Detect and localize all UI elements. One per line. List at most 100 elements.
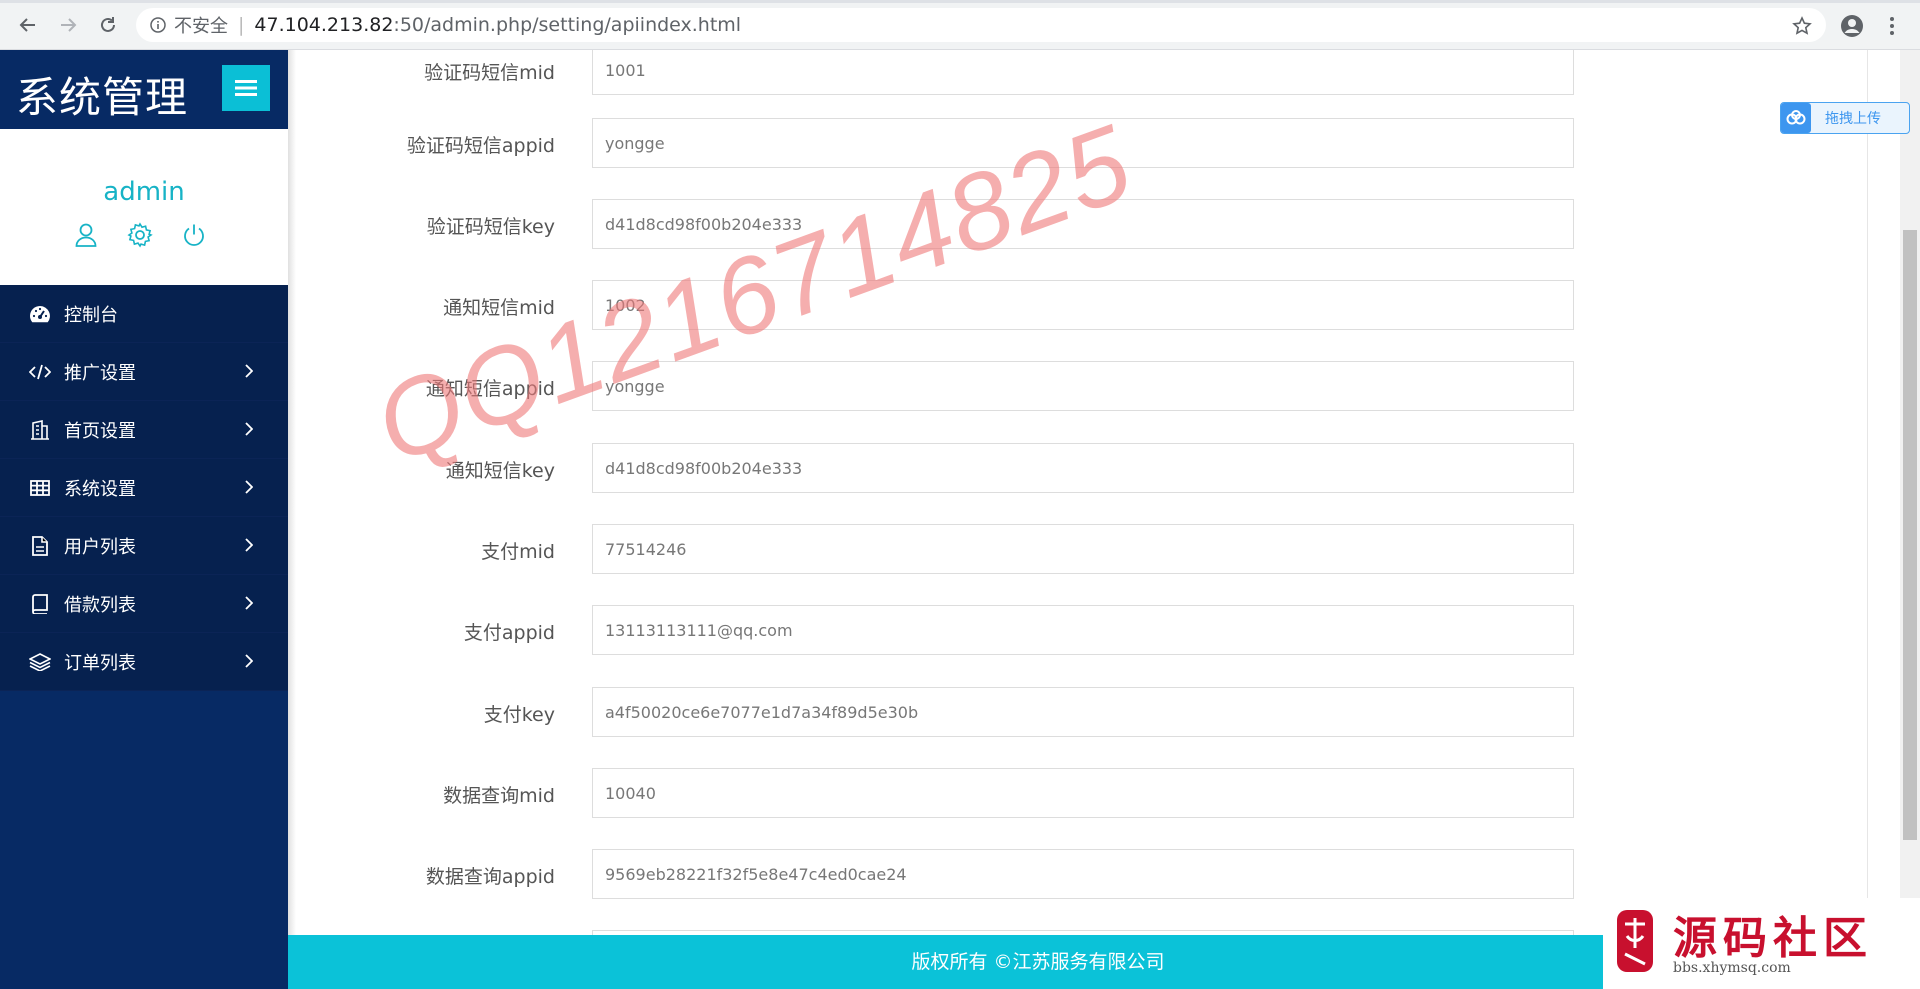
power-icon [184, 224, 204, 246]
sidebar-item-label: 系统设置 [64, 478, 136, 500]
scrollbar-thumb[interactable] [1903, 230, 1917, 840]
data-query-appid-input[interactable] [592, 849, 1574, 899]
chevron-right-icon [242, 479, 256, 495]
bookmark-button[interactable] [1788, 12, 1816, 40]
field-label: 支付mid [481, 541, 555, 563]
logo-title: 源码社区 [1673, 913, 1873, 964]
main-content: 验证码短信mid 验证码短信appid 验证码短信key 通知短信mid 通知短… [288, 50, 1900, 989]
chevron-right-icon [242, 537, 256, 553]
insecure-label: 不安全 [174, 16, 228, 37]
notify-sms-appid-input[interactable] [592, 361, 1574, 411]
seal-icon [1617, 910, 1653, 972]
field-label: 验证码短信mid [424, 62, 555, 84]
address-bar[interactable]: 不安全 | 47.104.213.82:50/admin.php/setting… [136, 8, 1826, 42]
chevron-right-icon [242, 421, 256, 437]
sidebar-item-label: 首页设置 [64, 420, 136, 442]
field-label: 数据查询mid [443, 785, 555, 807]
form-row: 通知短信mid [288, 280, 1588, 330]
sidebar-shadow [288, 50, 296, 989]
field-label: 通知短信key [445, 460, 555, 482]
account-circle-icon [1841, 15, 1863, 37]
verify-sms-mid-input[interactable] [592, 50, 1574, 95]
sidebar-item-label: 推广设置 [64, 362, 136, 384]
browser-toolbar: 不安全 | 47.104.213.82:50/admin.php/setting… [0, 0, 1920, 50]
sidebar-nav: 控制台 推广设置 首页设置 系统设置 用户列表 借款列表 订单列表 [0, 285, 288, 691]
data-query-mid-input[interactable] [592, 768, 1574, 818]
sidebar-item-users[interactable]: 用户列表 [0, 517, 288, 575]
book-icon [28, 592, 52, 616]
content-divider [1867, 50, 1868, 930]
dashboard-icon [28, 302, 52, 326]
sidebar-item-promotion[interactable]: 推广设置 [0, 343, 288, 401]
payment-mid-input[interactable] [592, 524, 1574, 574]
url-path: :50/admin.php/setting/apiindex.html [393, 14, 742, 36]
layers-icon [28, 650, 52, 674]
reload-button[interactable] [94, 11, 122, 39]
profile-name: admin [103, 177, 185, 207]
profile-button[interactable] [1838, 12, 1866, 40]
profile-panel: admin [0, 129, 288, 285]
grid-icon [28, 476, 52, 500]
arrow-left-icon [19, 18, 35, 32]
sidebar-item-dashboard[interactable]: 控制台 [0, 285, 288, 343]
verify-sms-key-input[interactable] [592, 199, 1574, 249]
form-row: 通知短信key [288, 443, 1588, 493]
field-label: 支付appid [463, 622, 555, 644]
browser-menu-button[interactable] [1878, 12, 1906, 40]
verify-sms-appid-input[interactable] [592, 118, 1574, 168]
form-row: 验证码短信mid [288, 50, 1588, 95]
brand-title: 系统管理 [16, 73, 189, 122]
reload-icon [101, 17, 115, 32]
sidebar: 系统管理 admin 控制台 推广设置 首页设置 系统设置 用户列表 借款列表 … [0, 50, 288, 989]
sidebar-item-loans[interactable]: 借款列表 [0, 575, 288, 633]
sidebar-item-homepage[interactable]: 首页设置 [0, 401, 288, 459]
chevron-right-icon [242, 595, 256, 611]
code-icon [28, 360, 52, 384]
url-separator: | [238, 14, 245, 36]
field-label: 通知短信mid [443, 297, 555, 319]
sidebar-item-label: 控制台 [64, 304, 118, 326]
payment-appid-input[interactable] [592, 605, 1574, 655]
info-icon [150, 17, 166, 33]
notify-sms-mid-input[interactable] [592, 280, 1574, 330]
form-row: 支付key [288, 687, 1588, 737]
arrow-right-icon [61, 18, 77, 32]
file-icon [28, 534, 52, 558]
building-icon [28, 418, 52, 442]
form-row: 数据查询mid [288, 768, 1588, 818]
user-profile-button[interactable] [72, 221, 100, 249]
sidebar-item-orders[interactable]: 订单列表 [0, 633, 288, 691]
field-label: 数据查询appid [425, 866, 555, 888]
form-row: 通知短信appid [288, 361, 1588, 411]
form-row: 支付mid [288, 524, 1588, 574]
user-icon [75, 223, 97, 247]
gear-icon [127, 222, 153, 248]
logout-button[interactable] [180, 221, 208, 249]
field-label: 通知短信appid [425, 378, 555, 400]
sidebar-item-label: 订单列表 [64, 652, 136, 674]
url-host: 47.104.213.82 [254, 14, 394, 36]
site-logo: 源码社区 bbs.xhymsq.com [1603, 898, 1920, 989]
chevron-right-icon [242, 653, 256, 669]
drag-upload-button[interactable]: 拖拽上传 [1780, 102, 1910, 134]
sidebar-item-system[interactable]: 系统设置 [0, 459, 288, 517]
payment-key-input[interactable] [592, 687, 1574, 737]
forward-button[interactable] [54, 11, 82, 39]
form-row: 验证码短信key [288, 199, 1588, 249]
form-row: 支付appid [288, 605, 1588, 655]
field-label: 验证码短信appid [406, 135, 555, 157]
back-button[interactable] [14, 11, 42, 39]
profile-actions [72, 221, 208, 249]
notify-sms-key-input[interactable] [592, 443, 1574, 493]
brand-header: 系统管理 [0, 50, 288, 129]
star-icon [1792, 16, 1812, 35]
menu-toggle-button[interactable] [222, 65, 270, 111]
form-row: 数据查询appid [288, 849, 1588, 899]
tab-strip [0, 0, 1920, 3]
form-row: 验证码短信appid [288, 118, 1588, 168]
logo-url: bbs.xhymsq.com [1673, 960, 1791, 976]
upload-label: 拖拽上传 [1825, 111, 1881, 127]
settings-button[interactable] [126, 221, 154, 249]
sidebar-item-label: 借款列表 [64, 594, 136, 616]
chevron-right-icon [242, 363, 256, 379]
